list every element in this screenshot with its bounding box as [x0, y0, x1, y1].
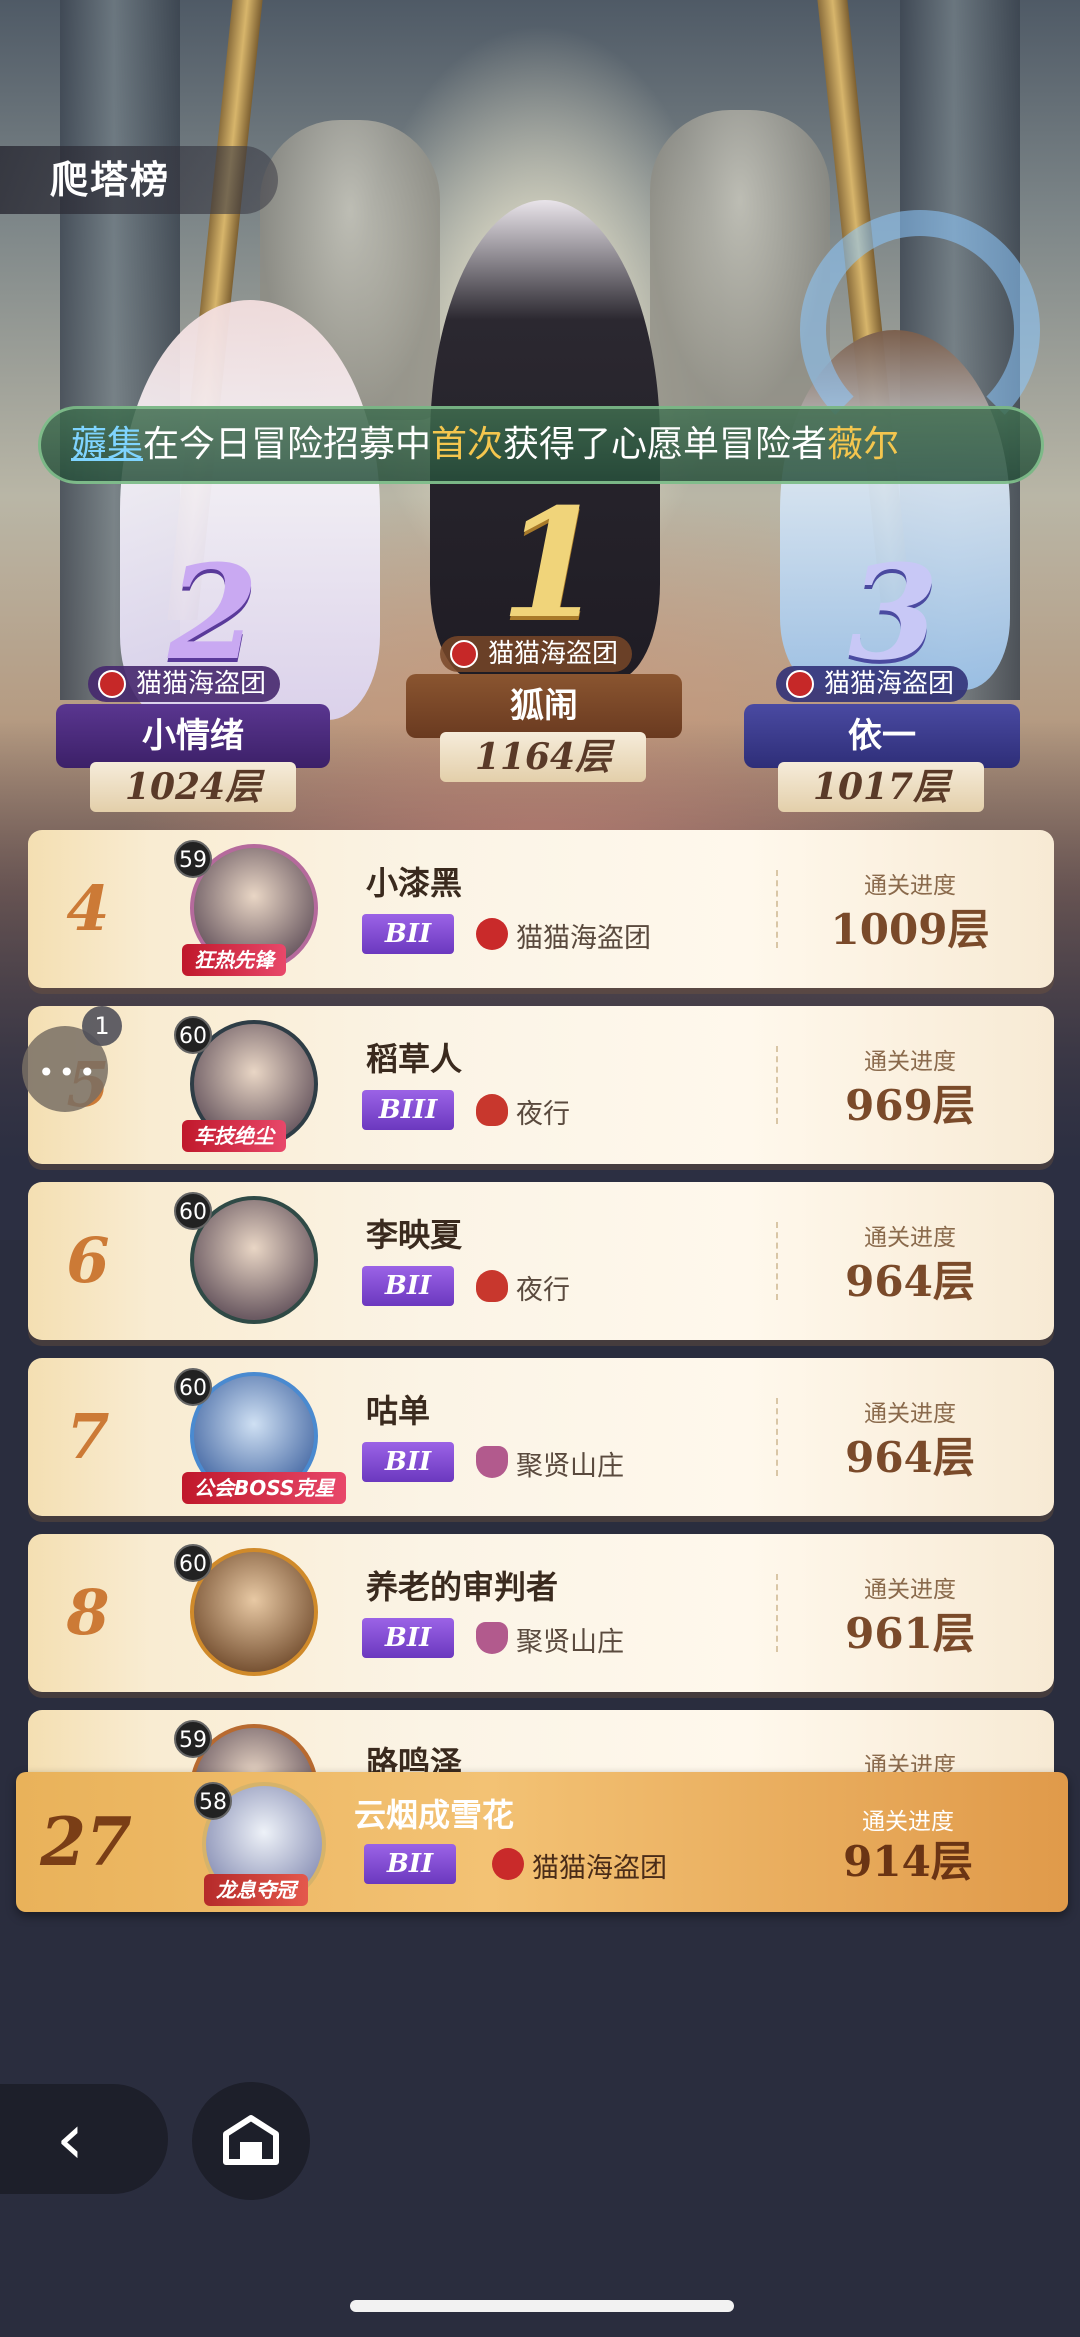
- player-title-tag: 车技绝尘: [182, 1120, 286, 1152]
- rank-badge: BII: [362, 1618, 454, 1658]
- progress-value: 1009层: [830, 905, 990, 954]
- shield-icon: [476, 1446, 508, 1478]
- my-rank: 27: [40, 1803, 132, 1881]
- shield-icon: [476, 1622, 508, 1654]
- my-ranking-row[interactable]: 27 58 龙息夺冠 云烟成雪花 BII 猫猫海盗团 通关进度 914层: [16, 1772, 1068, 1912]
- ranking-row[interactable]: 6 60 李映夏 BII 夜行 通关进度 964层: [28, 1182, 1054, 1340]
- guild-label: 猫猫海盗团: [516, 923, 651, 954]
- progress-label: 通关进度: [864, 1049, 956, 1075]
- fire-icon: [476, 1094, 508, 1126]
- podium-1-guild-label: 猫猫海盗团: [488, 639, 619, 669]
- home-indicator[interactable]: [350, 2300, 734, 2312]
- chat-bubble-icon: •••: [38, 1056, 100, 1089]
- podium-2-name[interactable]: 小情绪: [56, 704, 330, 768]
- podium-2-floor: 1024层: [90, 762, 296, 812]
- announcement-highlight-1: 首次: [431, 424, 504, 465]
- podium-3-guild-label: 猫猫海盗团: [824, 669, 955, 699]
- progress-value: 961层: [845, 1609, 975, 1658]
- progress-label: 通关进度: [864, 1225, 956, 1251]
- home-button[interactable]: [192, 2082, 310, 2200]
- my-level: 58: [194, 1782, 232, 1820]
- progress-label: 通关进度: [864, 873, 956, 899]
- ranking-row[interactable]: 5 60 车技绝尘 稻草人 BIII 夜行 通关进度 969层: [28, 1006, 1054, 1164]
- rank-badge: BII: [362, 914, 454, 954]
- my-guild-label: 猫猫海盗团: [532, 1853, 667, 1884]
- back-button[interactable]: ‹: [0, 2084, 168, 2194]
- guild-cat-icon: [98, 670, 126, 698]
- podium-1-guild: 猫猫海盗团: [440, 636, 633, 672]
- cat-icon: [476, 918, 508, 950]
- guild-cat-icon: [450, 640, 478, 668]
- podium-3-name[interactable]: 依一: [744, 704, 1020, 768]
- podium-1-name[interactable]: 狐闹: [406, 674, 682, 738]
- podium-3-floor: 1017层: [778, 762, 984, 812]
- my-progress-value: 914层: [843, 1837, 973, 1886]
- player-guild: 夜行: [476, 1268, 570, 1307]
- progress-label: 通关进度: [864, 1577, 956, 1603]
- cat-icon: [492, 1848, 524, 1880]
- player-name: 养老的审判者: [366, 1568, 559, 1606]
- player-guild: 聚贤山庄: [476, 1620, 624, 1659]
- guild-cat-icon: [786, 670, 814, 698]
- player-name: 小漆黑: [366, 864, 463, 902]
- ranking-row[interactable]: 7 60 公会BOSS克星 咕单 BII 聚贤山庄 通关进度 964层: [28, 1358, 1054, 1516]
- fire-icon: [476, 1270, 508, 1302]
- player-name: 咕单: [366, 1392, 431, 1430]
- announcement-text-2: 获得了心愿单冒险者: [503, 424, 828, 465]
- home-icon: [223, 2115, 279, 2165]
- progress-value: 964层: [845, 1433, 975, 1482]
- row-rank: 6: [66, 1224, 110, 1297]
- statue-right: [650, 110, 830, 410]
- podium-2-guild: 猫猫海盗团: [88, 666, 281, 702]
- player-title-tag: 公会BOSS克星: [182, 1472, 347, 1504]
- player-name: 李映夏: [366, 1216, 463, 1254]
- progress-value: 964层: [845, 1257, 975, 1306]
- page-title: 爬塔榜: [0, 146, 278, 214]
- ranking-row[interactable]: 4 59 狂热先锋 小漆黑 BII 猫猫海盗团 通关进度 1009层: [28, 830, 1054, 988]
- announcement-text-1: 在今日冒险招募中: [143, 424, 432, 465]
- podium-2-guild-label: 猫猫海盗团: [136, 669, 267, 699]
- row-rank: 8: [66, 1576, 110, 1649]
- podium-rank-1: 1: [500, 476, 605, 652]
- my-rank-badge: BII: [364, 1844, 456, 1884]
- player-guild: 聚贤山庄: [476, 1444, 624, 1483]
- my-name: 云烟成雪花: [354, 1796, 515, 1834]
- row-rank: 4: [66, 872, 110, 945]
- guild-label: 聚贤山庄: [516, 1627, 624, 1658]
- chat-unread-count: 1: [82, 1006, 122, 1046]
- player-level: 60: [174, 1544, 212, 1582]
- player-title-tag: 狂热先锋: [182, 944, 286, 976]
- rank-badge: BII: [362, 1266, 454, 1306]
- podium-1-floor: 1164层: [440, 732, 646, 782]
- rank-badge: BIII: [362, 1090, 454, 1130]
- row-rank: 7: [66, 1400, 110, 1473]
- guild-label: 聚贤山庄: [516, 1451, 624, 1482]
- progress-value: 969层: [845, 1081, 975, 1130]
- my-title-tag: 龙息夺冠: [204, 1874, 308, 1906]
- back-arrow-icon: ‹: [56, 2098, 84, 2180]
- progress-label: 通关进度: [864, 1401, 956, 1427]
- guild-label: 夜行: [516, 1099, 570, 1130]
- player-level: 60: [174, 1016, 212, 1054]
- player-guild: 夜行: [476, 1092, 570, 1131]
- player-name: 稻草人: [366, 1040, 463, 1078]
- announcement-player-name[interactable]: 薅集: [71, 424, 143, 465]
- my-guild: 猫猫海盗团: [492, 1846, 667, 1885]
- guild-label: 夜行: [516, 1275, 570, 1306]
- announcement-banner: 薅集在今日冒险招募中首次获得了心愿单冒险者薇尔: [38, 406, 1044, 484]
- announcement-highlight-2: 薇尔: [827, 424, 900, 465]
- rank-badge: BII: [362, 1442, 454, 1482]
- player-guild: 猫猫海盗团: [476, 916, 651, 955]
- ranking-row[interactable]: 8 60 养老的审判者 BII 聚贤山庄 通关进度 961层: [28, 1534, 1054, 1692]
- player-level: 59: [174, 1720, 212, 1758]
- player-level: 60: [174, 1368, 212, 1406]
- player-level: 60: [174, 1192, 212, 1230]
- player-level: 59: [174, 840, 212, 878]
- podium-3-guild: 猫猫海盗团: [776, 666, 969, 702]
